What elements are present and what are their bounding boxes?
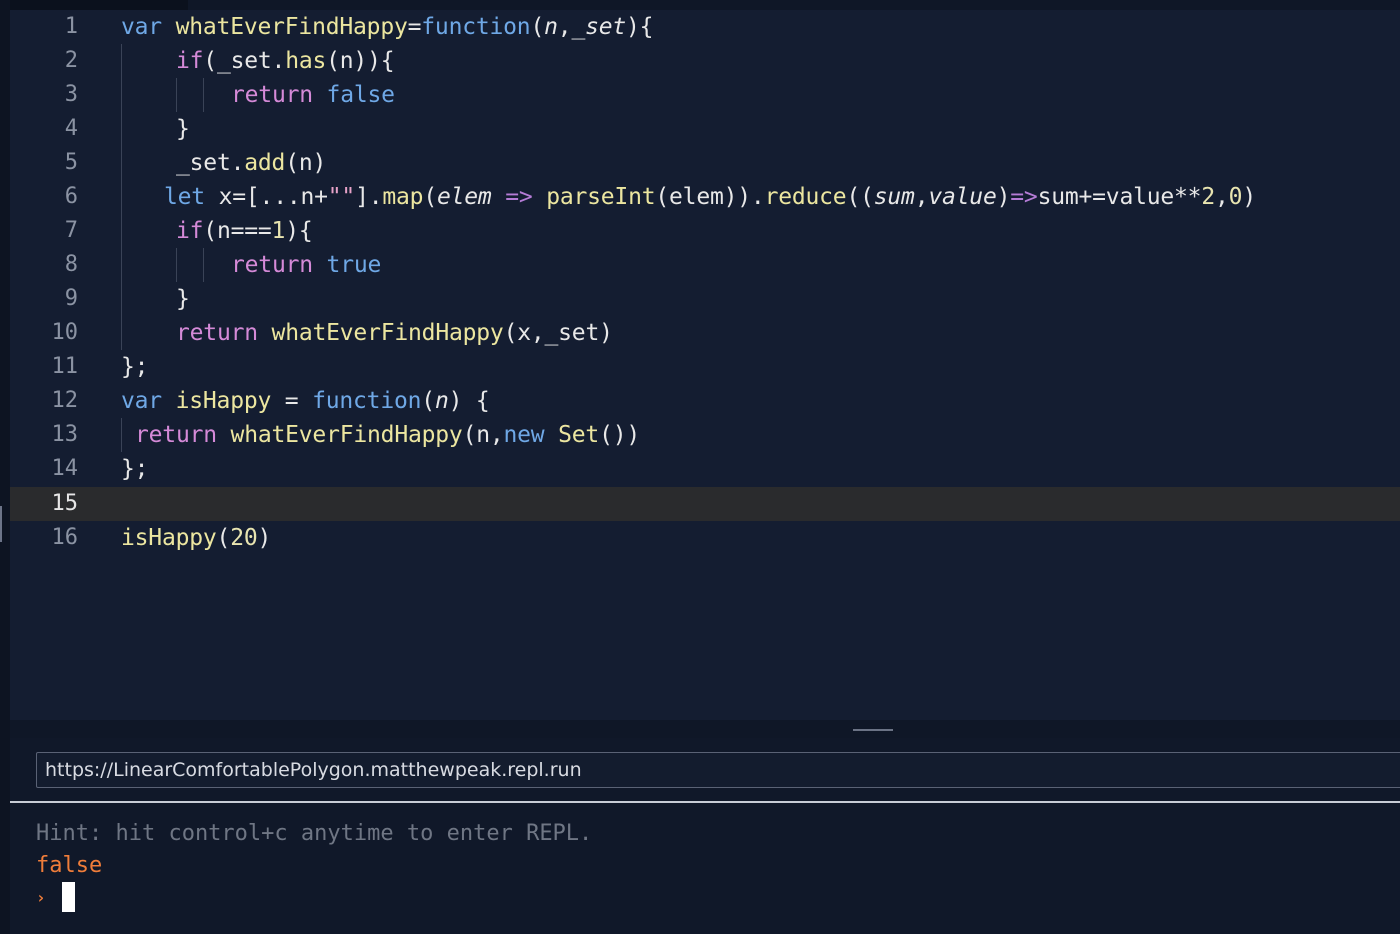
splitter-handle-icon[interactable] (853, 729, 893, 731)
pane-splitter[interactable] (10, 720, 1400, 738)
line-code[interactable]: var isHappy = function(n) { (121, 384, 490, 418)
code-line[interactable]: 5 _set.add(n) (10, 146, 1400, 180)
code-line[interactable]: 6 let x=[...n+""].map(elem => parseInt(e… (10, 180, 1400, 214)
indent-guide (121, 44, 122, 350)
line-code[interactable]: isHappy(20) (121, 521, 271, 555)
line-number: 15 (51, 491, 79, 516)
console-output: false (36, 853, 103, 878)
line-code[interactable]: if(n===1){ (176, 214, 313, 248)
code-line[interactable]: 13 return whatEverFindHappy(n,new Set()) (10, 418, 1400, 452)
code-editor[interactable]: 1 var whatEverFindHappy=function(n,_set)… (10, 10, 1400, 720)
active-code-line[interactable]: 15 (10, 487, 1400, 521)
line-number: 3 (64, 82, 78, 107)
indent-guide (203, 248, 204, 282)
repl-url-field[interactable]: https://LinearComfortablePolygon.matthew… (36, 752, 1400, 788)
line-number: 5 (64, 150, 78, 175)
code-line[interactable]: 11 }; (10, 350, 1400, 384)
line-number: 8 (64, 252, 78, 277)
repl-url-text[interactable]: https://LinearComfortablePolygon.matthew… (45, 753, 582, 787)
console-divider (10, 801, 1400, 803)
line-code[interactable]: } (176, 282, 190, 316)
line-number: 6 (64, 184, 78, 209)
code-line[interactable]: 4 } (10, 112, 1400, 146)
line-code[interactable]: } (176, 112, 190, 146)
line-code[interactable]: }; (121, 452, 148, 486)
line-code[interactable]: return false (231, 78, 395, 112)
line-number: 11 (51, 354, 79, 379)
code-line[interactable]: 2 if(_set.has(n)){ (10, 44, 1400, 78)
console-cursor[interactable] (62, 882, 75, 912)
line-code[interactable]: return true (231, 248, 381, 282)
code-line[interactable]: 9 } (10, 282, 1400, 316)
code-line[interactable]: 16 isHappy(20) (10, 521, 1400, 555)
gutter-marker (0, 506, 2, 542)
line-number: 16 (51, 525, 79, 550)
code-line[interactable]: 14 }; (10, 452, 1400, 486)
indent-guide (176, 248, 177, 282)
indent-guide (203, 78, 204, 112)
line-number: 10 (51, 320, 79, 345)
line-number: 2 (64, 48, 78, 73)
line-code[interactable]: let x=[...n+""].map(elem => parseInt(ele… (164, 180, 1256, 214)
indent-guide (121, 418, 122, 452)
line-number: 13 (51, 422, 79, 447)
indent-guide (176, 78, 177, 112)
code-line[interactable]: 3 return false (10, 78, 1400, 112)
line-number: 7 (64, 218, 78, 243)
line-number: 12 (51, 388, 79, 413)
line-number: 1 (64, 14, 78, 39)
line-number: 14 (51, 456, 79, 481)
left-frame (0, 0, 10, 934)
line-code[interactable]: var whatEverFindHappy=function(n,_set){ (121, 10, 654, 44)
line-code[interactable]: return whatEverFindHappy(n,new Set()) (135, 418, 640, 452)
code-line[interactable]: 12 var isHappy = function(n) { (10, 384, 1400, 418)
prompt-chevron-icon: › (36, 888, 46, 907)
code-line[interactable]: 7 if(n===1){ (10, 214, 1400, 248)
code-line[interactable]: 10 return whatEverFindHappy(x,_set) (10, 316, 1400, 350)
code-line[interactable]: 8 return true (10, 248, 1400, 282)
line-number: 4 (64, 116, 78, 141)
line-number: 9 (64, 286, 78, 311)
console-hint: Hint: hit control+c anytime to enter REP… (36, 821, 593, 846)
line-code[interactable]: if(_set.has(n)){ (176, 44, 395, 78)
line-code[interactable]: _set.add(n) (176, 146, 326, 180)
line-code[interactable]: return whatEverFindHappy(x,_set) (176, 316, 613, 350)
code-line[interactable]: 1 var whatEverFindHappy=function(n,_set)… (10, 10, 1400, 44)
line-code[interactable]: }; (121, 350, 148, 384)
editor-tab-strip (10, 0, 188, 10)
